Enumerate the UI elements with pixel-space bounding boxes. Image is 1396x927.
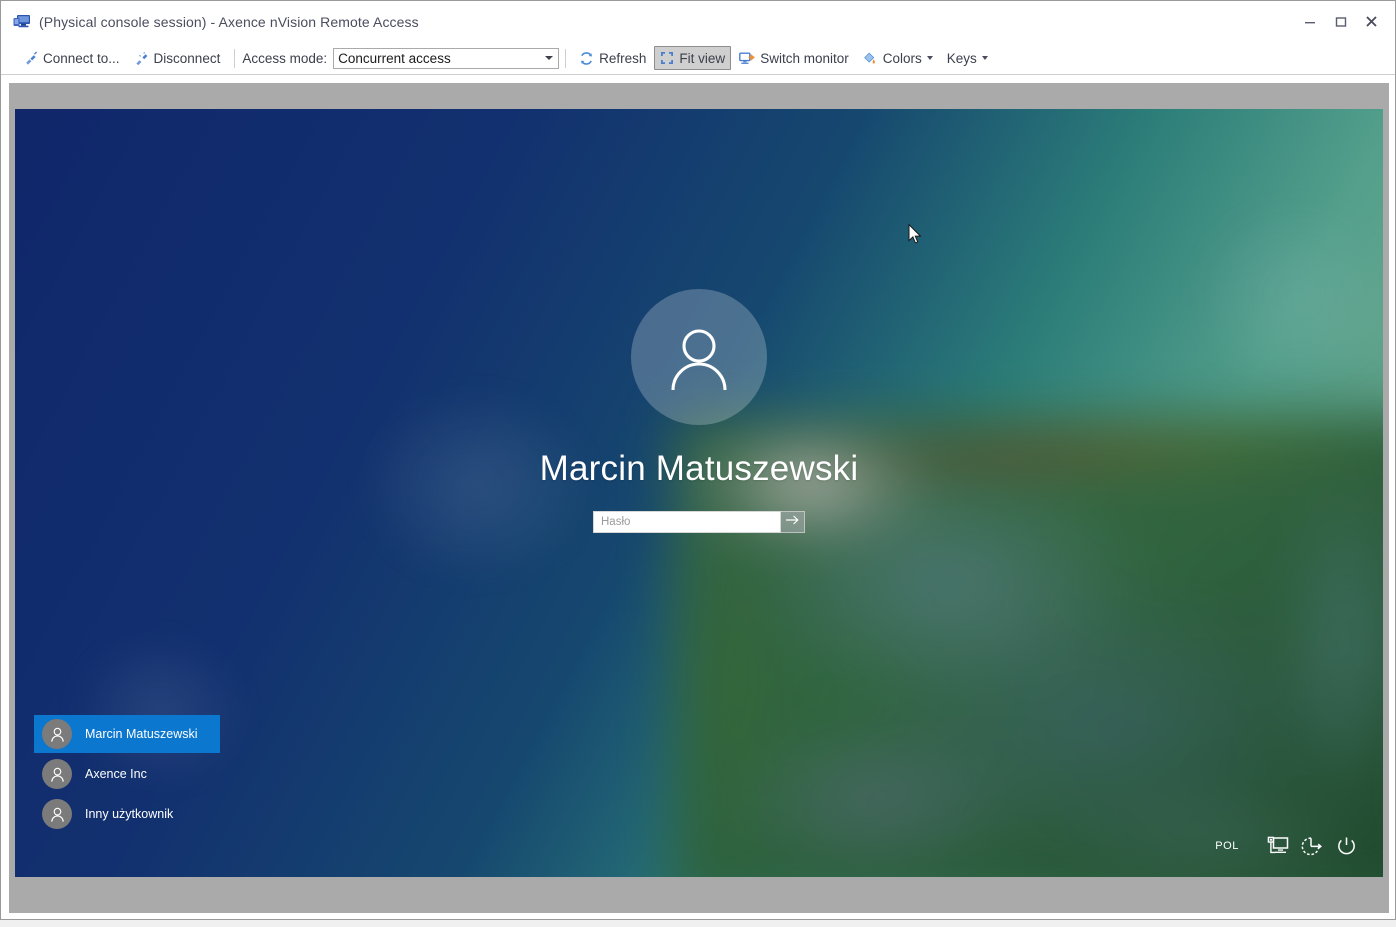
plug-disconnect-icon — [134, 51, 149, 66]
window-title: (Physical console session) - Axence nVis… — [39, 13, 419, 30]
connect-to-label: Connect to... — [43, 50, 120, 66]
access-mode-value: Concurrent access — [338, 50, 451, 66]
avatar — [631, 289, 767, 425]
password-row: Hasło — [593, 511, 805, 533]
colors-menu-button[interactable]: Colors — [857, 46, 939, 70]
avatar — [42, 719, 72, 749]
password-placeholder: Hasło — [601, 516, 631, 528]
switch-monitor-button[interactable]: Switch monitor — [733, 46, 855, 70]
chevron-down-icon — [981, 56, 988, 60]
list-item-label: Axence Inc — [85, 767, 147, 781]
user-switch-list: Marcin Matuszewski Axence Inc Inny użytk… — [34, 715, 220, 835]
language-indicator[interactable]: POL — [1215, 840, 1239, 852]
fit-view-label: Fit view — [679, 50, 726, 66]
switch-monitor-icon — [739, 51, 756, 66]
remote-computer-icon — [13, 14, 31, 30]
lockscreen-tray: POL — [1215, 833, 1359, 859]
access-mode-select[interactable]: Concurrent access — [333, 47, 560, 69]
disconnect-label: Disconnect — [153, 50, 221, 66]
application-window: (Physical console session) - Axence nVis… — [0, 0, 1396, 920]
page-title: Marcin Matuszewski — [539, 449, 859, 488]
avatar — [42, 799, 72, 829]
refresh-icon — [579, 51, 594, 66]
window-titlebar[interactable]: (Physical console session) - Axence nVis… — [1, 1, 1395, 42]
avatar — [42, 759, 72, 789]
colors-label: Colors — [882, 50, 922, 66]
keys-menu-button[interactable]: Keys — [941, 46, 994, 70]
submit-password-button[interactable] — [781, 511, 805, 533]
remote-viewport[interactable]: Marcin Matuszewski Hasło Marcin Matuszew… — [9, 83, 1389, 913]
password-input[interactable]: Hasło — [593, 511, 781, 533]
access-mode-label: Access mode: — [242, 50, 328, 66]
maximize-button[interactable] — [1325, 1, 1356, 42]
chevron-down-icon — [926, 56, 933, 60]
refresh-label: Refresh — [599, 50, 647, 66]
list-item[interactable]: Axence Inc — [34, 755, 220, 793]
toolbar-separator-2 — [565, 48, 567, 68]
connect-to-button[interactable]: Connect to... — [17, 46, 126, 70]
plug-connect-icon — [23, 51, 38, 66]
list-item[interactable]: Inny użytkownik — [34, 795, 220, 833]
fit-view-button[interactable]: Fit view — [654, 46, 732, 70]
network-icon[interactable] — [1265, 833, 1291, 859]
list-item-label: Inny użytkownik — [85, 807, 174, 821]
main-toolbar: Connect to... Disconnect Access mode: Co… — [1, 42, 1395, 75]
arrow-right-icon — [785, 513, 800, 531]
list-item[interactable]: Marcin Matuszewski — [34, 715, 220, 753]
chevron-down-icon[interactable] — [540, 49, 558, 68]
disconnect-button[interactable]: Disconnect — [128, 46, 227, 70]
list-item-label: Marcin Matuszewski — [85, 727, 198, 741]
remote-screen[interactable]: Marcin Matuszewski Hasło Marcin Matuszew… — [15, 109, 1383, 877]
fit-view-icon — [660, 51, 674, 65]
login-panel: Marcin Matuszewski Hasło — [15, 289, 1383, 533]
screenshot-root: (Physical console session) - Axence nVis… — [0, 0, 1396, 927]
window-controls — [1294, 1, 1395, 42]
close-button[interactable] — [1356, 1, 1387, 42]
color-droplet-icon — [863, 51, 878, 66]
refresh-button[interactable]: Refresh — [573, 46, 652, 70]
power-icon[interactable] — [1333, 833, 1359, 859]
toolbar-separator-1 — [234, 48, 236, 68]
ease-of-access-icon[interactable] — [1299, 833, 1325, 859]
keys-label: Keys — [946, 50, 977, 66]
switch-monitor-label: Switch monitor — [760, 50, 849, 66]
minimize-button[interactable] — [1294, 1, 1325, 42]
